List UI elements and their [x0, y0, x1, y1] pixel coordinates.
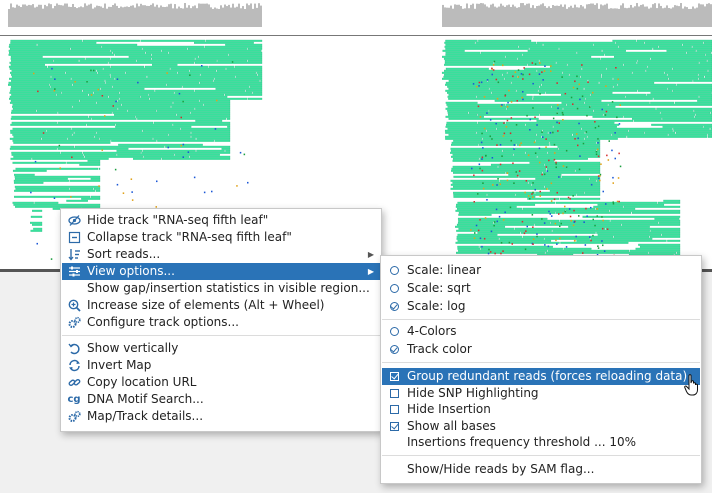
copy-location-url-label: Copy location URL [87, 375, 197, 389]
hide-snp-highlighting-option[interactable]: Hide SNP Highlighting [382, 385, 700, 402]
invert-map-item[interactable]: Invert Map [62, 357, 380, 374]
scale-log-label: Scale: log [407, 299, 466, 313]
radio-button[interactable] [389, 266, 399, 275]
view-options-submenu: Scale: linear Scale: sqrt Scale: log 4-C… [380, 255, 702, 484]
checkbox-checked[interactable] [389, 372, 399, 381]
cogs-icon [67, 316, 81, 329]
map-track-details-label: Map/Track details... [87, 409, 204, 423]
submenu-arrow-icon: ▶ [367, 267, 374, 276]
dna-motif-search-label: DNA Motif Search... [87, 392, 204, 406]
sam-flag-filter-label: Show/Hide reads by SAM flag... [407, 462, 595, 476]
menu-separator [382, 319, 700, 320]
cogs-icon [67, 410, 81, 423]
sam-flag-filter-item[interactable]: Show/Hide reads by SAM flag... [382, 461, 700, 478]
configure-track-item[interactable]: Configure track options... [62, 314, 380, 331]
scale-log-option[interactable]: Scale: log [382, 298, 700, 315]
four-colors-option[interactable]: 4-Colors [382, 323, 700, 340]
increase-size-label: Increase size of elements (Alt + Wheel) [87, 298, 325, 312]
collapse-icon [67, 231, 81, 244]
submenu-arrow-icon: ▶ [367, 250, 374, 259]
show-vertically-label: Show vertically [87, 341, 179, 355]
hide-track-label: Hide track "RNA-seq fifth leaf" [87, 213, 269, 227]
refresh-icon [67, 359, 81, 372]
configure-track-label: Configure track options... [87, 315, 239, 329]
group-redundant-reads-option[interactable]: Group redundant reads (forces reloading … [382, 368, 700, 385]
show-all-bases-label: Show all bases [407, 419, 496, 433]
view-options-item[interactable]: View options... ▶ [62, 263, 380, 280]
four-colors-label: 4-Colors [407, 324, 457, 338]
radio-button[interactable] [389, 284, 399, 293]
motif-icon: cg [67, 394, 81, 405]
radio-button-checked[interactable] [389, 345, 399, 354]
copy-location-url-item[interactable]: Copy location URL [62, 374, 380, 391]
track-color-option[interactable]: Track color [382, 341, 700, 358]
increase-size-item[interactable]: Increase size of elements (Alt + Wheel) [62, 297, 380, 314]
radio-button[interactable] [389, 327, 399, 336]
hand-cursor-icon [684, 374, 698, 396]
collapse-track-item[interactable]: Collapse track "RNA-seq fifth leaf" [62, 229, 380, 246]
track-color-label: Track color [407, 342, 472, 356]
gap-statistics-item[interactable]: Show gap/insertion statistics in visible… [62, 280, 380, 297]
hide-track-item[interactable]: Hide track "RNA-seq fifth leaf" [62, 212, 380, 229]
show-vertically-item[interactable]: Show vertically [62, 340, 380, 357]
menu-separator [382, 455, 700, 456]
checkbox[interactable] [389, 389, 399, 398]
track-context-menu: Hide track "RNA-seq fifth leaf" Collapse… [60, 208, 382, 432]
checkbox-checked[interactable] [389, 422, 399, 431]
menu-separator [62, 335, 380, 336]
insertions-threshold-item[interactable]: Insertions frequency threshold ... 10% [382, 434, 700, 451]
sort-reads-item[interactable]: Sort reads... ▶ [62, 246, 380, 263]
gap-statistics-label: Show gap/insertion statistics in visible… [87, 281, 370, 295]
checkbox[interactable] [389, 405, 399, 414]
scale-linear-option[interactable]: Scale: linear [382, 262, 700, 279]
collapse-track-label: Collapse track "RNA-seq fifth leaf" [87, 230, 292, 244]
insertions-threshold-label: Insertions frequency threshold ... 10% [407, 435, 637, 449]
map-track-details-item[interactable]: Map/Track details... [62, 408, 380, 425]
radio-button-checked[interactable] [389, 302, 399, 311]
scale-linear-label: Scale: linear [407, 263, 482, 277]
undo-icon [67, 342, 81, 355]
view-options-label: View options... [87, 264, 175, 278]
sort-icon [67, 248, 81, 261]
hide-snp-highlighting-label: Hide SNP Highlighting [407, 386, 539, 400]
scale-sqrt-option[interactable]: Scale: sqrt [382, 280, 700, 297]
invert-map-label: Invert Map [87, 358, 152, 372]
zoom-in-icon [67, 299, 81, 312]
dna-motif-search-item[interactable]: cg DNA Motif Search... [62, 391, 380, 408]
sort-reads-label: Sort reads... [87, 247, 161, 261]
eye-slash-icon [67, 214, 81, 227]
menu-separator [382, 362, 700, 363]
hide-insertion-label: Hide Insertion [407, 402, 491, 416]
scale-sqrt-label: Scale: sqrt [407, 281, 471, 295]
show-all-bases-option[interactable]: Show all bases [382, 418, 700, 435]
hide-insertion-option[interactable]: Hide Insertion [382, 401, 700, 418]
sliders-icon [67, 265, 81, 278]
group-redundant-reads-label: Group redundant reads (forces reloading … [407, 369, 688, 383]
link-icon [67, 376, 81, 389]
